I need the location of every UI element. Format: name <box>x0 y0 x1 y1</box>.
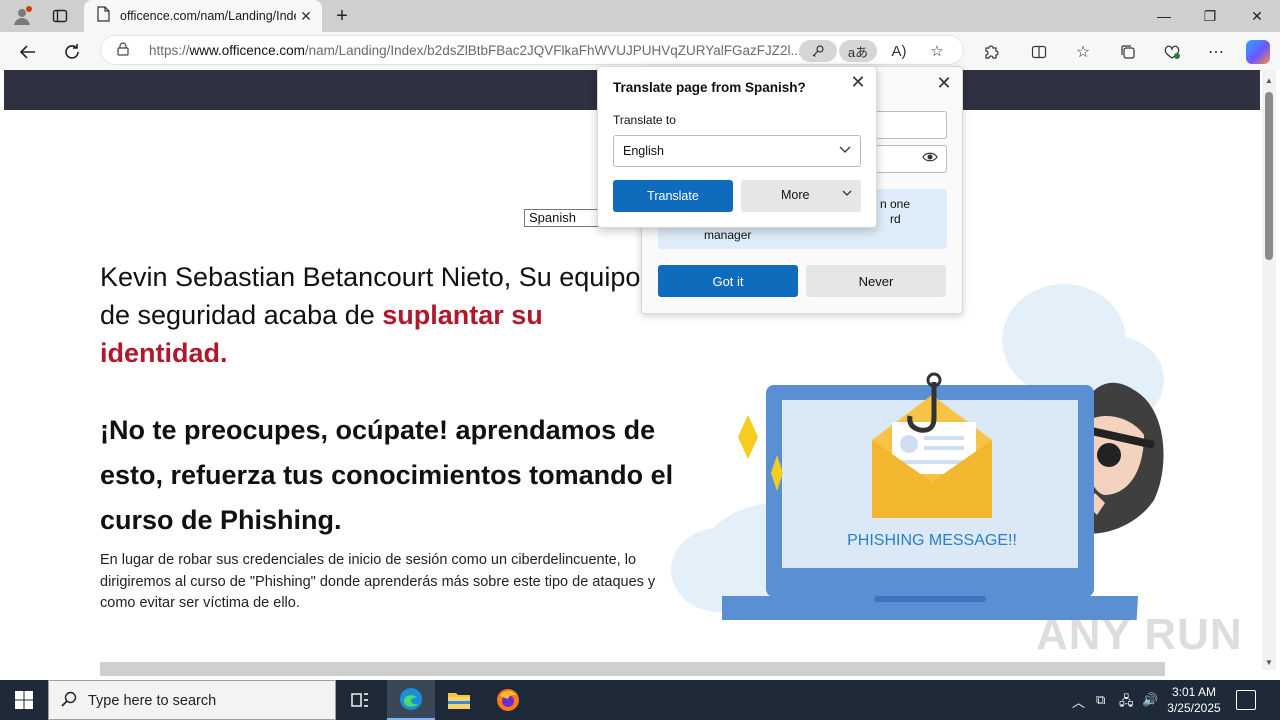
extensions-icon[interactable] <box>979 40 1003 64</box>
edge-taskbar-icon[interactable] <box>387 680 435 720</box>
info-text-line3: manager <box>704 228 752 242</box>
clock-time: 3:01 AM <box>1171 685 1217 699</box>
info-text-line2: rd <box>890 212 901 226</box>
clock-date: 3/25/2025 <box>1167 701 1221 715</box>
scroll-down-icon[interactable]: ▼ <box>1265 658 1273 667</box>
new-tab-icon[interactable]: + <box>330 4 354 28</box>
copilot-icon[interactable] <box>1246 40 1270 64</box>
volume-icon[interactable]: 🔊 <box>1142 692 1158 708</box>
phishing-illustration: PHISHING MESSAGE!! <box>664 270 1184 640</box>
tray-overflow-chevron-icon[interactable]: ︿ <box>1072 692 1085 711</box>
meet-now-icon[interactable]: ⧉ <box>1096 692 1105 708</box>
horizontal-scrollbar[interactable] <box>100 662 1165 676</box>
anyrun-watermark: ANY RUN <box>1036 610 1243 659</box>
back-icon[interactable] <box>14 38 42 66</box>
scroll-up-icon[interactable]: ▲ <box>1265 76 1273 85</box>
password-key-icon[interactable] <box>799 40 837 62</box>
file-explorer-icon[interactable] <box>435 680 483 720</box>
notifications-icon[interactable] <box>1236 690 1256 710</box>
refresh-icon[interactable] <box>58 38 86 66</box>
system-clock[interactable]: 3:01 AM 3/25/2025 <box>1160 684 1228 716</box>
browser-essentials-icon[interactable] <box>1160 40 1184 64</box>
more-button[interactable]: More <box>741 180 861 212</box>
target-language-value: English <box>623 144 664 158</box>
translate-popup-title: Translate page from Spanish? <box>613 80 806 95</box>
password-popup-close-icon[interactable]: ✕ <box>934 73 954 93</box>
close-window-icon[interactable]: ✕ <box>1234 0 1280 32</box>
url-text: https://www.officence.com/nam/Landing/In… <box>149 43 802 58</box>
minimize-icon[interactable]: — <box>1141 0 1187 32</box>
restore-icon[interactable]: ❐ <box>1187 0 1233 32</box>
tab-bar: officence.com/nam/Landing/Index/b2dsZlBt… <box>0 0 1280 32</box>
got-it-button[interactable]: Got it <box>658 265 798 297</box>
more-options-icon[interactable]: ⋯ <box>1204 40 1228 64</box>
info-text-line1: n one <box>880 197 911 211</box>
windows-start-icon[interactable] <box>0 680 48 720</box>
translate-icon[interactable]: aあ <box>839 40 877 62</box>
task-view-icon[interactable] <box>336 680 384 720</box>
search-icon <box>61 691 77 712</box>
taskbar-search-box[interactable]: Type here to search <box>48 680 336 720</box>
vertical-scrollbar[interactable]: ▲ ▼ <box>1262 70 1276 670</box>
favorite-star-icon[interactable]: ☆ <box>927 41 947 61</box>
firefox-icon[interactable] <box>484 680 532 720</box>
translate-popup: Translate page from Spanish? ✕ Translate… <box>597 66 877 228</box>
split-screen-icon[interactable] <box>1027 40 1051 64</box>
tab-actions-icon[interactable] <box>48 4 72 28</box>
read-aloud-icon[interactable]: A) <box>889 41 909 61</box>
tab-active[interactable]: officence.com/nam/Landing/Index/b2dsZlBt… <box>84 0 322 32</box>
profile-icon[interactable] <box>10 4 34 28</box>
network-icon[interactable]: 🖧 <box>1119 692 1134 714</box>
target-language-select[interactable]: English <box>613 135 861 167</box>
more-button-label: More <box>781 188 810 202</box>
scrollbar-thumb[interactable] <box>1265 92 1273 260</box>
phishing-message-label: PHISHING MESSAGE!! <box>847 532 1017 549</box>
tab-close-icon[interactable]: ✕ <box>298 8 314 24</box>
favorites-icon[interactable]: ☆ <box>1071 40 1095 64</box>
tab-title: officence.com/nam/Landing/Index/b2dsZlBt… <box>120 9 296 23</box>
subheadline: ¡No te preocupes, ocúpate! aprendamos de… <box>100 415 674 535</box>
chevron-down-icon <box>838 142 852 159</box>
collections-icon[interactable] <box>1116 40 1140 64</box>
headline: Kevin Sebastian Betancourt Nieto, Su equ… <box>100 262 641 368</box>
body-text: En lugar de robar sus credenciales de in… <box>100 552 656 611</box>
never-button[interactable]: Never <box>806 265 946 297</box>
translate-button[interactable]: Translate <box>613 180 733 212</box>
browser-toolbar: https://www.officence.com/nam/Landing/In… <box>0 32 1280 70</box>
show-password-eye-icon[interactable] <box>922 150 938 166</box>
page-icon <box>96 5 110 27</box>
windows-taskbar: Type here to search ︿ ⧉ 🖧 🔊 3:01 AM 3/25… <box>0 680 1280 720</box>
translate-popup-close-icon[interactable]: ✕ <box>848 72 868 92</box>
translate-to-label: Translate to <box>613 113 676 127</box>
more-chevron-down-icon <box>841 187 853 202</box>
search-placeholder: Type here to search <box>88 693 217 709</box>
lock-icon[interactable] <box>117 42 129 59</box>
address-bar[interactable]: https://www.officence.com/nam/Landing/In… <box>100 35 964 65</box>
